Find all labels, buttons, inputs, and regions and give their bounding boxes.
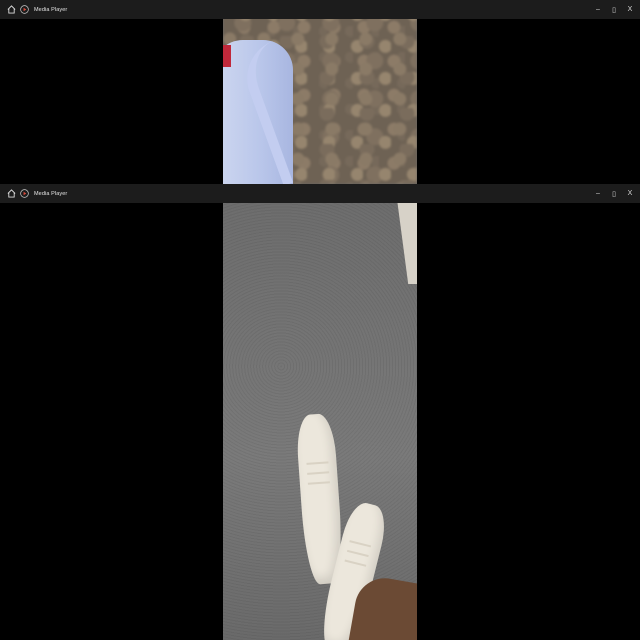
shoe-lace — [307, 471, 330, 475]
home-icon[interactable] — [3, 0, 19, 19]
media-player-icon — [19, 188, 30, 199]
maximize-button[interactable]: ▯ — [606, 184, 622, 203]
shoe-lace — [344, 559, 367, 567]
media-player-window-2: Media Player – ▯ X — [0, 184, 640, 640]
close-button[interactable]: X — [622, 184, 638, 203]
video-content-bag-tag — [223, 45, 231, 67]
minimize-button[interactable]: – — [590, 0, 606, 19]
titlebar[interactable]: Media Player – ▯ X — [0, 184, 640, 203]
window-title: Media Player — [34, 190, 68, 197]
shoe-lace — [349, 540, 372, 548]
close-button[interactable]: X — [622, 0, 638, 19]
video-frame[interactable] — [223, 0, 417, 184]
media-player-icon — [19, 4, 30, 15]
home-icon[interactable] — [3, 184, 19, 203]
shoe-lace — [346, 549, 369, 558]
window-title: Media Player — [34, 6, 68, 13]
maximize-button[interactable]: ▯ — [606, 0, 622, 19]
minimize-button[interactable]: – — [590, 184, 606, 203]
titlebar[interactable]: Media Player – ▯ X — [0, 0, 640, 19]
media-player-window-1: Media Player – ▯ X — [0, 0, 640, 184]
video-frame[interactable] — [223, 184, 417, 640]
shoe-lace — [306, 461, 329, 465]
shoe-lace — [307, 481, 330, 485]
